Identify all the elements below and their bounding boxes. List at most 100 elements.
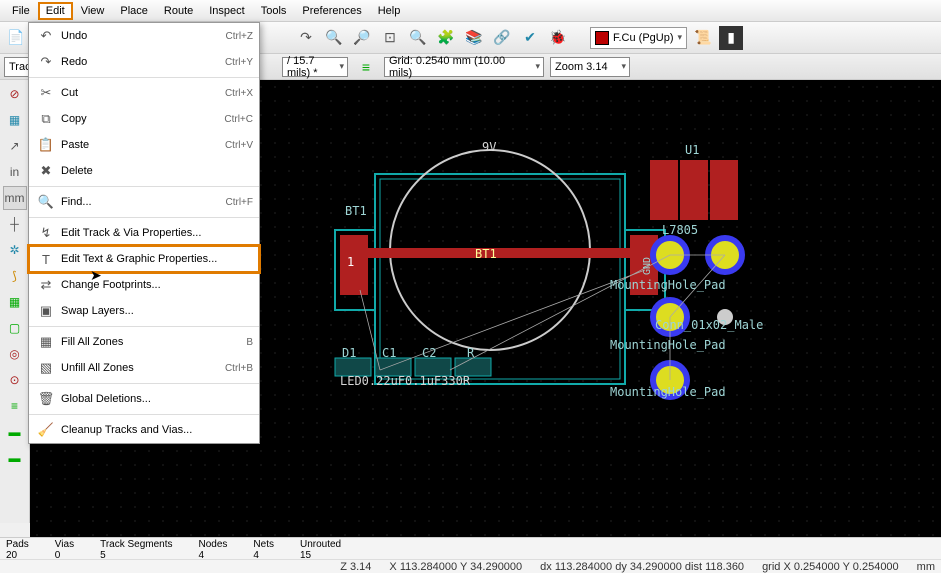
- menu-item-icon: ▦: [35, 331, 57, 353]
- grid-style-icon[interactable]: ≡: [354, 55, 378, 79]
- menu-separator: [29, 383, 259, 384]
- drc-icon[interactable]: ✔: [518, 26, 542, 50]
- net-icon[interactable]: 🔗: [490, 26, 514, 50]
- label-mh3: MountingHole_Pad: [610, 385, 726, 399]
- menu-item-label: Global Deletions...: [61, 393, 253, 405]
- zoom-in-icon[interactable]: 🔍: [322, 26, 346, 50]
- menu-item-icon: ↶: [35, 25, 57, 47]
- menu-item-icon: ✖: [35, 160, 57, 182]
- status-nets: Nets4: [253, 538, 274, 559]
- menu-item-shortcut: Ctrl+C: [224, 114, 253, 125]
- menu-item-icon: T: [35, 248, 57, 270]
- menubar: File Edit View Place Route Inspect Tools…: [0, 0, 941, 22]
- track-size-selector[interactable]: / 15.7 mils) *: [282, 57, 348, 77]
- menu-item-shortcut: Ctrl+Z: [226, 31, 254, 42]
- zoom-selection-icon[interactable]: 🔍: [406, 26, 430, 50]
- menu-route[interactable]: Route: [156, 2, 201, 20]
- zoom-fit-icon[interactable]: ⊡: [378, 26, 402, 50]
- menu-item-label: Change Footprints...: [61, 279, 253, 291]
- menu-preferences[interactable]: Preferences: [294, 2, 369, 20]
- menu-edit[interactable]: Edit: [38, 2, 73, 20]
- menu-item-icon: 📋: [35, 134, 57, 156]
- ratsnest-icon[interactable]: ✲: [3, 238, 27, 262]
- menu-tools[interactable]: Tools: [253, 2, 295, 20]
- track-icon[interactable]: ≡: [3, 394, 27, 418]
- menu-place[interactable]: Place: [112, 2, 156, 20]
- footprint-icon[interactable]: 🧩: [434, 26, 458, 50]
- contrast-icon[interactable]: ▬: [3, 420, 27, 444]
- zoom-out-icon[interactable]: 🔎: [350, 26, 374, 50]
- menu-item-fill-all-zones[interactable]: ▦Fill All ZonesB: [29, 329, 259, 355]
- menu-item-unfill-all-zones[interactable]: ▧Unfill All ZonesCtrl+B: [29, 355, 259, 381]
- curved-icon[interactable]: ⟆: [3, 264, 27, 288]
- layers-icon[interactable]: ▬: [3, 446, 27, 470]
- zoom-selector[interactable]: Zoom 3.14: [550, 57, 630, 77]
- menu-item-label: Cleanup Tracks and Vias...: [61, 424, 253, 436]
- menu-item-delete[interactable]: ✖Delete: [29, 158, 259, 184]
- label-conn: Conn_01x02_Male: [655, 318, 763, 332]
- menu-item-cleanup-tracks-and-vias[interactable]: 🧹Cleanup Tracks and Vias...: [29, 417, 259, 443]
- menu-item-paste[interactable]: 📋PasteCtrl+V: [29, 132, 259, 158]
- menu-item-global-deletions[interactable]: 🗑Global Deletions...: [29, 386, 259, 412]
- menu-view[interactable]: View: [73, 2, 113, 20]
- menu-inspect[interactable]: Inspect: [201, 2, 252, 20]
- menu-help[interactable]: Help: [370, 2, 409, 20]
- status-track-segments: Track Segments5: [100, 538, 172, 559]
- bug-icon[interactable]: 🐞: [546, 26, 570, 50]
- zone-fill-icon[interactable]: ▦: [3, 290, 27, 314]
- status-info-bar: Pads20Vias0Track Segments5Nodes4Nets4Unr…: [0, 537, 941, 559]
- menu-item-undo[interactable]: ↶ UndoCtrl+Z: [29, 23, 259, 49]
- label-mh1: MountingHole_Pad: [610, 278, 726, 292]
- label-bt1b: BT1: [475, 247, 497, 261]
- grid-selector[interactable]: Grid: 0.2540 mm (10.00 mils): [384, 57, 544, 77]
- status-dxy: dx 113.284000 dy 34.290000 dist 118.360: [540, 561, 744, 573]
- edit-menu-popup: ↶ UndoCtrl+Z ↷RedoCtrl+Y ✂CutCtrl+X⧉CopyCtr…: [28, 22, 260, 444]
- menu-item-label: Fill All Zones: [61, 336, 246, 348]
- status-grid: grid X 0.254000 Y 0.254000: [762, 561, 899, 573]
- redo-icon[interactable]: ↷: [294, 26, 318, 50]
- status-xy: X 113.284000 Y 34.290000: [389, 561, 522, 573]
- menu-item-label: Paste: [61, 139, 225, 151]
- menu-item-icon: ↯: [35, 222, 57, 244]
- cursor-icon[interactable]: ┼: [3, 212, 27, 236]
- pad-icon[interactable]: ◎: [3, 342, 27, 366]
- grid-icon[interactable]: ▦: [3, 108, 27, 132]
- menu-item-swap-layers[interactable]: ▣ Swap Layers...: [29, 298, 259, 324]
- menu-item-label: Undo: [61, 30, 226, 42]
- status-vias: Vias0: [55, 538, 74, 559]
- label-mh2: MountingHole_Pad: [610, 338, 726, 352]
- status-pads: Pads20: [6, 538, 29, 559]
- new-icon[interactable]: 📄: [4, 26, 28, 50]
- menu-item-redo[interactable]: ↷RedoCtrl+Y: [29, 49, 259, 75]
- menu-item-find[interactable]: 🔍Find...Ctrl+F: [29, 189, 259, 215]
- menu-item-copy[interactable]: ⧉CopyCtrl+C: [29, 106, 259, 132]
- drc-off-icon[interactable]: ⊘: [3, 82, 27, 106]
- layer-selector[interactable]: F.Cu (PgUp) ▾: [590, 27, 687, 49]
- unit-mm-icon[interactable]: mm: [3, 186, 27, 210]
- menu-item-icon: ⧉: [35, 108, 57, 130]
- script-icon[interactable]: 📜: [691, 26, 715, 50]
- console-icon[interactable]: ▮: [719, 26, 743, 50]
- menu-item-icon: ⇄: [35, 274, 57, 296]
- label-r: R: [467, 346, 474, 360]
- polar-icon[interactable]: ↗: [3, 134, 27, 158]
- label-d1: D1: [342, 346, 356, 360]
- menu-item-cut[interactable]: ✂CutCtrl+X: [29, 80, 259, 106]
- menu-item-edit-track-via-properties[interactable]: ↯Edit Track & Via Properties...: [29, 220, 259, 246]
- zone-outline-icon[interactable]: ▢: [3, 316, 27, 340]
- left-toolbar: ⊘ ▦ ↗ in mm ┼ ✲ ⟆ ▦ ▢ ◎ ⊙ ≡ ▬ ▬: [0, 80, 30, 523]
- layer-swatch-icon: [595, 31, 609, 45]
- menu-item-change-footprints[interactable]: ⇄ Change Footprints...: [29, 272, 259, 298]
- via-icon[interactable]: ⊙: [3, 368, 27, 392]
- lib-icon[interactable]: 📚: [462, 26, 486, 50]
- menu-file[interactable]: File: [4, 2, 38, 20]
- unit-in-icon[interactable]: in: [3, 160, 27, 184]
- label-bt1a: BT1: [345, 204, 367, 218]
- menu-item-label: Swap Layers...: [61, 305, 253, 317]
- menu-item-edit-text-graphic-properties[interactable]: TEdit Text & Graphic Properties...: [29, 246, 259, 272]
- menu-separator: [29, 217, 259, 218]
- menu-item-icon: ▣: [35, 300, 57, 322]
- menu-separator: [29, 77, 259, 78]
- label-u1part: L7805: [662, 223, 698, 237]
- label-9v: 9V: [482, 140, 496, 154]
